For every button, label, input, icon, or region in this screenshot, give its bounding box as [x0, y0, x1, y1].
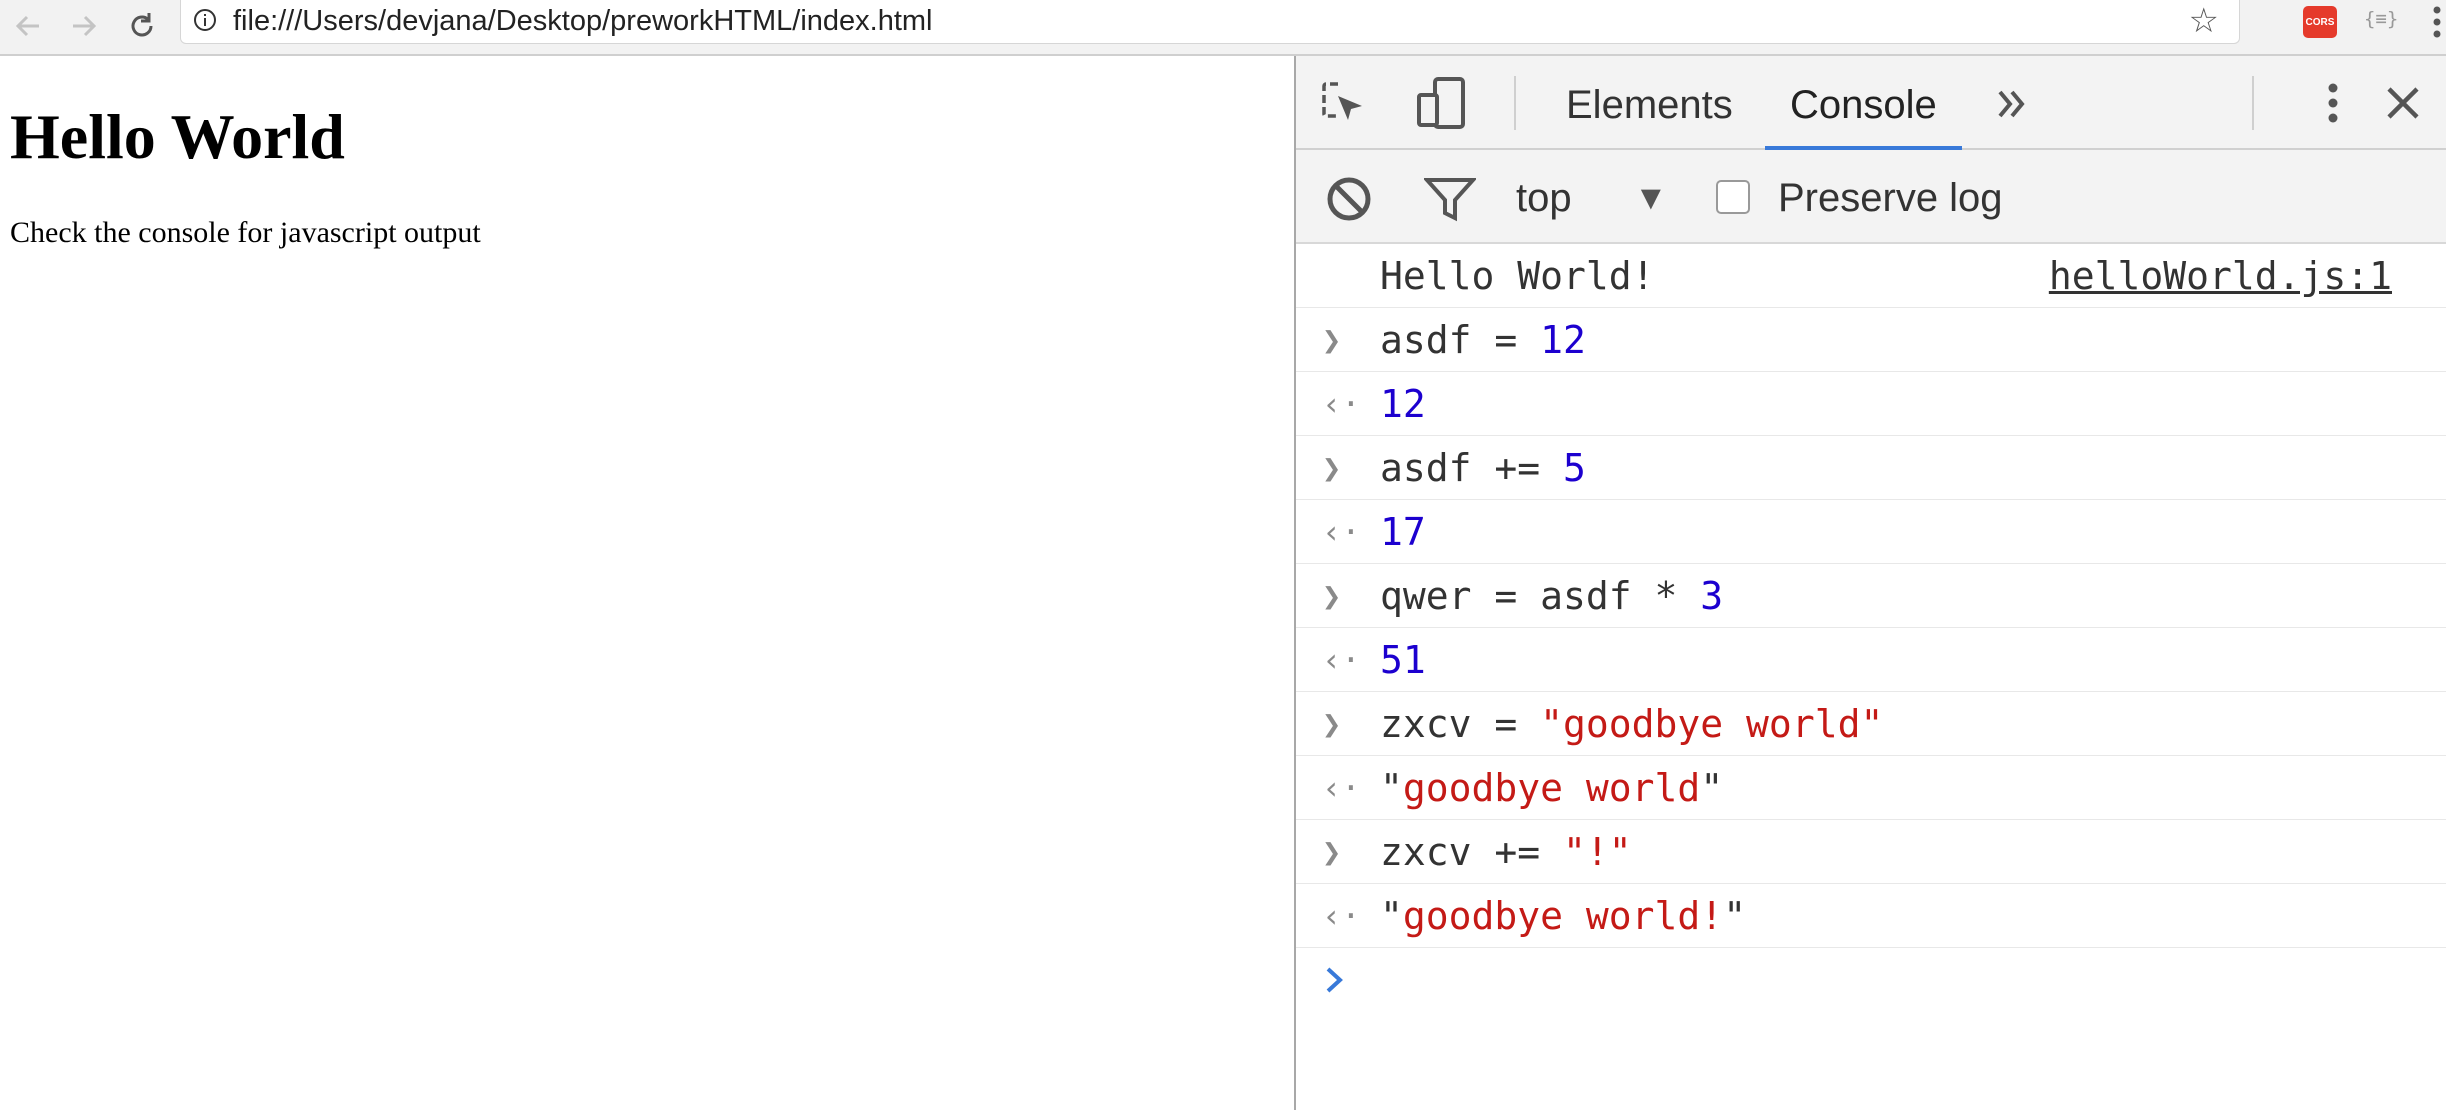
result-value: "goodbye world!": [1380, 884, 1746, 948]
console-input-row: ❯ qwer = asdf * 3: [1296, 564, 2446, 628]
result-arrow-icon: ‹·: [1322, 769, 1361, 807]
input-caret-icon: ❯: [1322, 577, 1342, 615]
forward-button[interactable]: [64, 6, 104, 46]
preserve-log-checkbox[interactable]: [1716, 180, 1750, 214]
result-arrow-icon: ‹·: [1322, 897, 1361, 935]
tab-elements[interactable]: Elements: [1566, 56, 1733, 148]
console-input-row: ❯ zxcv = "goodbye world": [1296, 692, 2446, 756]
reload-icon: [131, 13, 153, 37]
tab-console[interactable]: Console: [1765, 56, 1962, 150]
quote: ": [1380, 766, 1403, 810]
result-arrow-icon: ‹·: [1322, 513, 1361, 551]
context-dropdown-arrow-icon[interactable]: ▼: [1634, 150, 1668, 246]
address-bar[interactable]: file:///Users/devjana/Desktop/preworkHTM…: [180, 0, 2240, 44]
input-code: qwer = asdf *: [1380, 574, 1701, 618]
device-toolbar-icon[interactable]: [1414, 74, 1468, 132]
result-value: 51: [1380, 638, 1426, 682]
result-value: 17: [1380, 510, 1426, 554]
url-text[interactable]: file:///Users/devjana/Desktop/preworkHTM…: [233, 4, 932, 38]
arrow-right-icon: [73, 15, 97, 37]
arrow-left-icon: [15, 15, 39, 37]
inspect-element-icon[interactable]: [1316, 76, 1370, 130]
input-number: 3: [1700, 574, 1724, 618]
quote: ": [1380, 894, 1403, 938]
input-number: 5: [1563, 446, 1586, 490]
input-caret-icon: ❯: [1322, 705, 1342, 743]
result-value: 12: [1380, 382, 1426, 426]
close-devtools-icon[interactable]: [2380, 80, 2426, 126]
input-string: "!": [1563, 830, 1632, 874]
console-toolbar: top ▼ Preserve log: [1296, 150, 2446, 244]
console-result-row: ‹· 17: [1296, 500, 2446, 564]
quote: ": [1723, 894, 1747, 938]
context-selector[interactable]: top: [1516, 150, 1572, 246]
input-code: asdf +=: [1380, 446, 1564, 490]
result-arrow-icon: ‹·: [1322, 641, 1361, 679]
browser-toolbar: file:///Users/devjana/Desktop/preworkHTM…: [0, 0, 2446, 56]
cors-extension-icon[interactable]: CORS: [2303, 6, 2337, 38]
input-number: 12: [1540, 318, 1586, 362]
input-string: "goodbye world": [1540, 702, 1884, 746]
result-string: goodbye world!: [1402, 894, 1724, 938]
quote: ": [1700, 766, 1724, 810]
preserve-log-label: Preserve log: [1778, 176, 2003, 220]
input-caret-icon: ❯: [1322, 833, 1342, 871]
console-result-row: ‹· 51: [1296, 628, 2446, 692]
browser-menu-icon[interactable]: [2432, 2, 2442, 47]
prompt-caret-icon: [1326, 967, 1343, 993]
console-input-row: ❯ zxcv += "!": [1296, 820, 2446, 884]
log-source-link[interactable]: helloWorld.js:1: [2049, 244, 2392, 308]
result-value: "goodbye world": [1380, 756, 1723, 820]
tab-divider: [1514, 76, 1516, 130]
console-input-row: ❯ asdf = 12: [1296, 308, 2446, 372]
input-code: zxcv +=: [1380, 830, 1564, 874]
input-code: zxcv =: [1380, 702, 1541, 746]
console-result-row: ‹· "goodbye world!": [1296, 884, 2446, 948]
console-output: Hello World! helloWorld.js:1 ❯ asdf = 12…: [1296, 244, 2446, 1012]
back-button[interactable]: [8, 6, 48, 46]
result-arrow-icon: ‹·: [1322, 385, 1361, 423]
devtools-menu-icon[interactable]: [2318, 76, 2348, 130]
console-result-row: ‹· 12: [1296, 372, 2446, 436]
console-prompt[interactable]: [1296, 948, 2446, 1012]
page-paragraph: Check the console for javascript output: [10, 216, 481, 249]
result-string: goodbye world: [1402, 766, 1701, 810]
devtools-tabbar: Elements Console: [1296, 56, 2446, 150]
input-caret-icon: ❯: [1322, 449, 1342, 487]
input-caret-icon: ❯: [1322, 321, 1342, 359]
json-extension-icon[interactable]: {≡}: [2364, 8, 2398, 30]
console-input-row: ❯ asdf += 5: [1296, 436, 2446, 500]
info-icon[interactable]: [193, 8, 217, 32]
page-heading: Hello World: [10, 101, 345, 172]
input-code: asdf =: [1380, 318, 1541, 362]
bookmark-star-icon[interactable]: ☆: [2189, 4, 2219, 38]
filter-icon[interactable]: [1424, 176, 1476, 222]
log-text: Hello World!: [1380, 254, 1655, 298]
reload-button[interactable]: [122, 6, 162, 46]
more-tabs-chevron-icon[interactable]: [1992, 84, 2032, 124]
clear-console-icon[interactable]: [1326, 176, 1372, 222]
console-result-row: ‹· "goodbye world": [1296, 756, 2446, 820]
console-log-message: Hello World! helloWorld.js:1: [1296, 244, 2446, 308]
devtools-panel: Elements Console top ▼ Preserve log Hell…: [1294, 56, 2446, 1110]
page-content: Hello World Check the console for javasc…: [0, 56, 1294, 1110]
tab-divider-right: [2252, 76, 2254, 130]
